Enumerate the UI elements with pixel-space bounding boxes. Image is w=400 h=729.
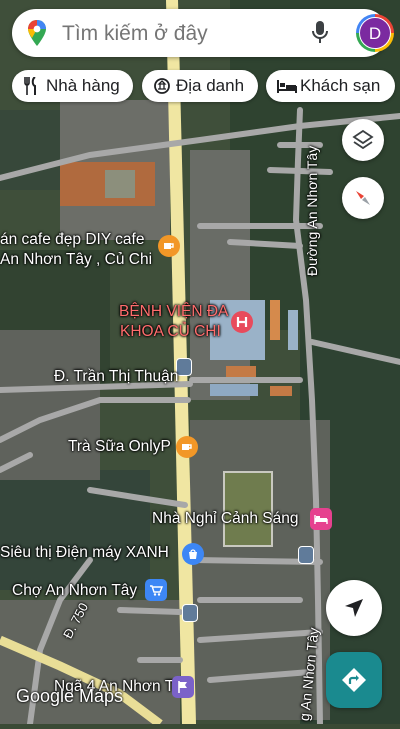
place-label-tra-sua[interactable]: Trà Sữa OnlyP: [68, 438, 171, 456]
transit-marker-icon[interactable]: [176, 358, 192, 376]
compass-icon: [356, 191, 370, 205]
fork-knife-icon: [24, 77, 36, 95]
place-label-cho[interactable]: Chợ An Nhơn Tây: [12, 582, 137, 600]
cafe-poi-icon-2[interactable]: [176, 436, 198, 458]
account-avatar[interactable]: D: [356, 14, 394, 52]
shopping-cart-poi-icon[interactable]: [145, 579, 167, 601]
hotel-poi-icon[interactable]: [310, 508, 332, 530]
chip-hotels-label: Khách sạn: [300, 76, 381, 95]
hospital-poi-icon[interactable]: [231, 311, 253, 333]
chip-landmarks-label: Địa danh: [176, 76, 245, 95]
search-bar[interactable]: D: [12, 9, 394, 57]
compass-button[interactable]: [342, 177, 384, 219]
chip-restaurants-label: Nhà hàng: [46, 76, 120, 95]
place-label-nha-nghi[interactable]: Nhà Nghỉ Cảnh Sáng: [152, 510, 299, 528]
navigation-arrow-icon: [345, 599, 363, 617]
chip-landmarks[interactable]: Địa danh: [142, 70, 258, 102]
road-label-an-nhon-tay-upper: Đường An Nhơn Tây: [304, 145, 320, 276]
place-label-cafe-diy-address[interactable]: An Nhơn Tây , Củ Chi: [0, 251, 152, 269]
chip-hotels[interactable]: Khách sạn: [266, 70, 395, 102]
bed-icon: [277, 80, 297, 93]
microphone-icon[interactable]: [312, 21, 328, 45]
landmark-icon: [154, 78, 170, 94]
directions-icon: [342, 668, 366, 692]
road-label-tran-thi-thuan: Đ. Trần Thị Thuận: [54, 368, 179, 385]
maps-pin-logo-icon: [28, 20, 46, 46]
cafe-poi-icon[interactable]: [158, 235, 180, 257]
chip-restaurants[interactable]: Nhà hàng: [12, 70, 133, 102]
place-label-hospital-line2[interactable]: KHOA CỦ CHI: [120, 323, 221, 341]
shopping-poi-icon[interactable]: [182, 543, 204, 565]
transit-marker-icon-2[interactable]: [298, 546, 314, 564]
place-label-hospital[interactable]: BỆNH VIỆN ĐA: [119, 303, 228, 321]
place-label-sieu-thi[interactable]: Siêu thị Điện máy XANH: [0, 544, 169, 562]
my-location-button[interactable]: [326, 580, 382, 636]
place-label-cafe-diy[interactable]: án cafe đẹp DIY cafe: [0, 231, 144, 249]
avatar-letter: D: [359, 17, 391, 49]
transit-marker-icon-3[interactable]: [182, 604, 198, 622]
directions-button[interactable]: [326, 652, 382, 708]
search-input[interactable]: [62, 22, 292, 46]
landmark-poi-icon[interactable]: [172, 676, 194, 698]
layers-button[interactable]: [342, 119, 384, 161]
google-maps-watermark: Google Maps: [16, 686, 124, 706]
layers-icon: [352, 129, 374, 150]
